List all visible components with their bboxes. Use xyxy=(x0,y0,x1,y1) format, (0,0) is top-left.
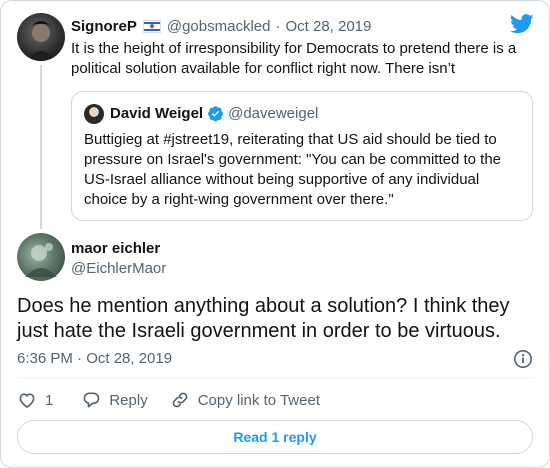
quote-display-name: David Weigel xyxy=(110,105,204,122)
parent-header: SignoreP @gobsmackled · Oct 28, 2019 xyxy=(71,17,371,36)
reply-icon xyxy=(83,392,100,408)
avatar[interactable] xyxy=(17,233,65,281)
israel-flag-icon xyxy=(142,20,161,33)
info-icon[interactable] xyxy=(513,349,533,369)
reply-button[interactable]: Reply xyxy=(81,390,148,410)
parent-handle[interactable]: @gobsmackled xyxy=(167,17,271,36)
quote-header: David Weigel @daveweigel xyxy=(110,104,318,123)
read-replies-button[interactable]: Read 1 reply xyxy=(17,420,533,454)
copy-link-label: Copy link to Tweet xyxy=(197,391,320,409)
quote-handle: @daveweigel xyxy=(228,105,319,122)
reply-label: Reply xyxy=(109,391,148,409)
copy-link-button[interactable]: Copy link to Tweet xyxy=(170,390,320,410)
like-button[interactable]: 1 xyxy=(17,390,53,410)
tweet-text: Does he mention anything about a solutio… xyxy=(17,295,510,342)
verified-badge-icon xyxy=(208,106,224,122)
like-count: 1 xyxy=(45,391,54,409)
tweet-timestamp[interactable]: 6:36 PM · Oct 28, 2019 xyxy=(17,349,172,368)
quoted-tweet[interactable]: David Weigel @daveweigel Buttigieg at #j… xyxy=(71,91,533,221)
tweet-card: SignoreP @gobsmackled · Oct 28, 2019 It … xyxy=(0,0,550,468)
action-bar: 1 Reply Copy link to Tweet xyxy=(17,389,342,411)
parent-display-name[interactable]: SignoreP xyxy=(71,17,137,36)
avatar[interactable] xyxy=(17,13,65,61)
divider xyxy=(17,377,535,378)
heart-icon xyxy=(19,393,35,409)
avatar-photo-icon xyxy=(27,21,55,61)
parent-date[interactable]: Oct 28, 2019 xyxy=(285,17,371,36)
author-handle[interactable]: @EichlerMaor xyxy=(71,259,166,278)
author-display-name[interactable]: maor eichler xyxy=(71,239,160,258)
twitter-logo-icon[interactable] xyxy=(510,14,534,34)
separator-dot: · xyxy=(275,18,281,35)
thread-connector xyxy=(40,65,42,229)
avatar xyxy=(84,104,104,124)
parent-tweet-text: It is the height of irresponsibility for… xyxy=(71,40,517,77)
avatar-photo-icon xyxy=(25,243,57,277)
quote-tweet-text: Buttigieg at #jstreet19, reiterating tha… xyxy=(84,131,502,208)
link-icon xyxy=(172,392,188,408)
